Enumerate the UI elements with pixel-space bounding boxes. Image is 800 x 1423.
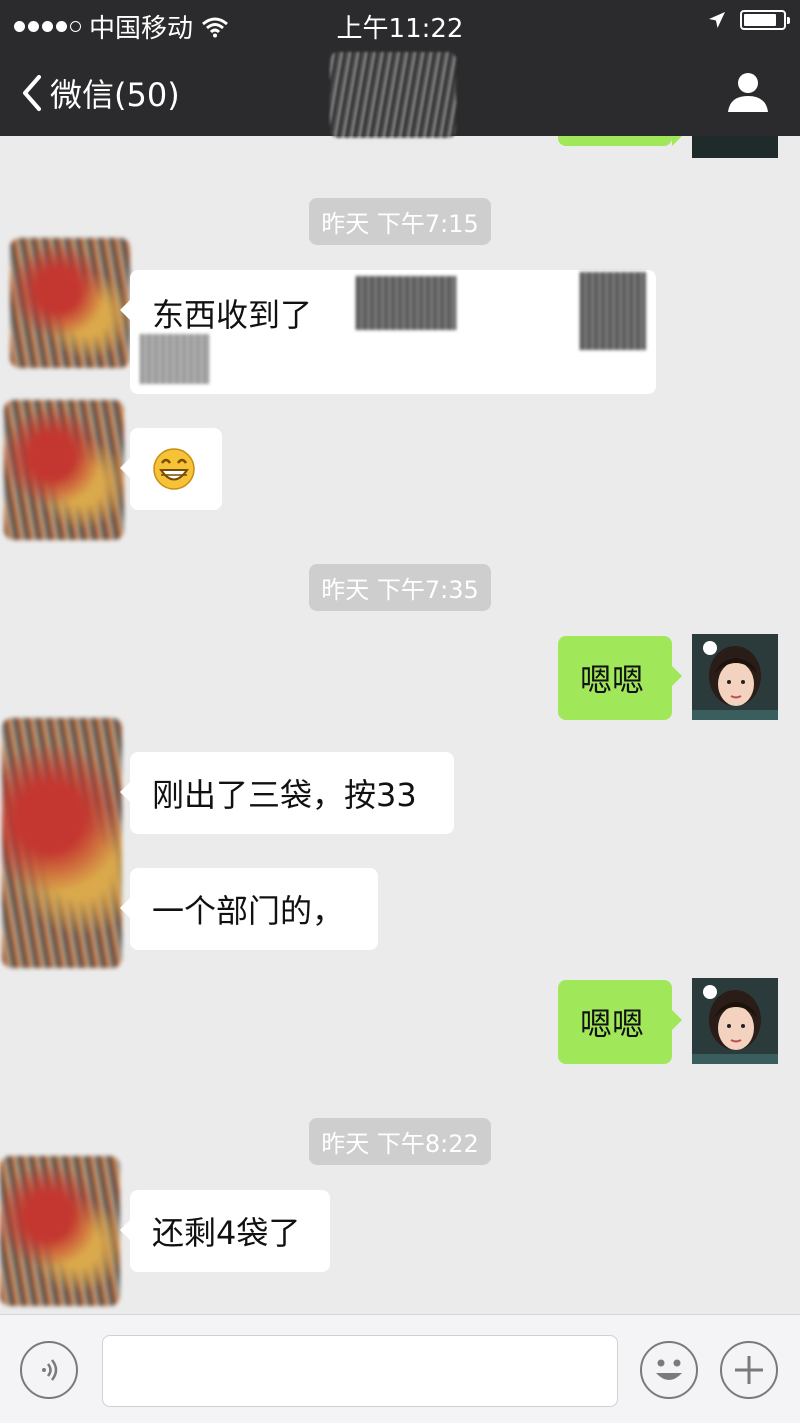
message-bubble[interactable]: 嗯嗯 (558, 636, 682, 720)
input-bar (0, 1314, 800, 1423)
status-time: 上午11:22 (336, 14, 464, 44)
my-avatar-image (692, 634, 778, 720)
profile-icon[interactable] (726, 70, 770, 114)
emoji-icon (656, 1359, 682, 1380)
message-input[interactable] (102, 1335, 618, 1407)
chat-area[interactable]: 昨天 下午7:15 东西收到了 昨天 下午7:35 嗯嗯 刚出了三袋，按33 一… (0, 136, 800, 1314)
message-bubble[interactable]: 刚出了三袋，按33 (120, 752, 454, 834)
contact-avatar[interactable] (10, 238, 130, 368)
message-text: 嗯嗯 (580, 1005, 645, 1043)
redacted-text (356, 276, 456, 330)
voice-icon (42, 1359, 58, 1381)
my-avatar[interactable] (692, 978, 778, 1064)
emoji-button[interactable] (640, 1341, 698, 1399)
plus-icon (735, 1356, 763, 1384)
status-right (708, 10, 790, 30)
message-bubble[interactable]: 一个部门的， (120, 868, 378, 950)
contact-avatar[interactable] (2, 718, 122, 968)
timestamp: 昨天 下午7:35 (0, 564, 800, 611)
contact-avatar[interactable] (0, 1156, 120, 1306)
my-avatar[interactable] (692, 634, 778, 720)
scrolled-message-bubble[interactable] (558, 136, 682, 146)
my-avatar[interactable] (692, 136, 778, 158)
location-arrow-icon (709, 12, 725, 28)
status-bar: 中国移动 上午11:22 (0, 0, 800, 46)
message-text: 嗯嗯 (580, 661, 645, 699)
back-button[interactable]: 微信(50) (20, 70, 180, 116)
message-text: 东西收到了 (152, 296, 313, 334)
chat-title-redacted (330, 52, 456, 138)
more-button[interactable] (720, 1341, 778, 1399)
emoji-message-bubble[interactable] (120, 428, 222, 510)
back-label: 微信(50) (50, 76, 180, 114)
message-bubble[interactable]: 嗯嗯 (558, 980, 682, 1064)
battery-icon (740, 10, 790, 30)
redacted-text (580, 272, 646, 350)
message-text: 一个部门的， (152, 892, 345, 930)
nav-bar: 微信(50) (0, 46, 800, 138)
grin-emoji-icon (153, 448, 195, 490)
my-avatar-image (692, 978, 778, 1064)
timestamp: 昨天 下午8:22 (0, 1118, 800, 1165)
contact-avatar[interactable] (4, 400, 124, 540)
redacted-text (140, 334, 210, 384)
message-bubble[interactable]: 还剩4袋了 (120, 1190, 330, 1272)
message-text: 刚出了三袋，按33 (152, 776, 417, 814)
message-text: 还剩4袋了 (152, 1214, 301, 1252)
voice-button[interactable] (20, 1341, 78, 1399)
back-chevron-icon (23, 75, 41, 111)
